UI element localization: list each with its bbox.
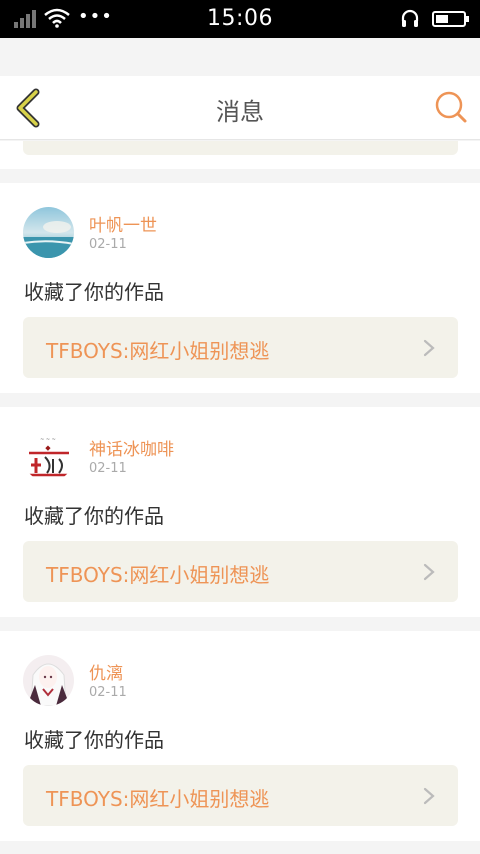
username[interactable]: 神话冰咖啡 [89,435,174,460]
message-card[interactable]: 叶帆一世 02-11 收藏了你的作品 TFBOYS:网红小姐别想逃 [0,183,480,393]
headset-icon [401,9,419,27]
chevron-right-icon [423,339,435,357]
message-action: 收藏了你的作品 [24,504,164,528]
battery-fill [436,15,448,23]
message-date: 02-11 [89,685,127,700]
work-title: TFBOYS:网红小姐别想逃 [46,563,270,587]
message-card[interactable]: ~ ~ ~ ◆ 神话冰咖啡 02-11 收藏了你的作品 TFBOYS:网红小姐别… [0,407,480,617]
chevron-right-icon [423,563,435,581]
avatar[interactable] [23,655,74,706]
nav-bar: 消息 [0,76,480,140]
separator [0,841,480,854]
message-action: 收藏了你的作品 [24,728,164,752]
status-right [400,9,469,29]
work-title: TFBOYS:网红小姐别想逃 [46,787,270,811]
message-list[interactable]: 叶帆一世 02-11 收藏了你的作品 TFBOYS:网红小姐别想逃 ~ ~ ~ … [0,141,480,854]
partial-message-card [0,141,480,169]
work-link[interactable]: TFBOYS:网红小姐别想逃 [23,317,458,378]
svg-text:~ ~ ~: ~ ~ ~ [40,437,56,443]
partial-work-box [23,141,458,155]
avatar[interactable]: ~ ~ ~ ◆ [23,431,74,482]
work-link[interactable]: TFBOYS:网红小姐别想逃 [23,541,458,602]
avatar[interactable] [23,207,74,258]
message-date: 02-11 [89,461,127,476]
separator [0,617,480,631]
message-date: 02-11 [89,237,127,252]
work-title: TFBOYS:网红小姐别想逃 [46,339,270,363]
search-icon [435,91,467,123]
separator [0,393,480,407]
message-action: 收藏了你的作品 [24,280,164,304]
page-title: 消息 [216,98,264,126]
separator [0,169,480,183]
battery-icon [432,11,469,27]
top-spacer [0,38,480,76]
chevron-right-icon [423,787,435,805]
work-link[interactable]: TFBOYS:网红小姐别想逃 [23,765,458,826]
username[interactable]: 叶帆一世 [89,211,157,236]
svg-text:◆: ◆ [45,444,51,452]
message-card[interactable]: 仇漓 02-11 收藏了你的作品 TFBOYS:网红小姐别想逃 [0,631,480,841]
status-bar: ••• 15:06 [0,0,480,38]
username[interactable]: 仇漓 [89,659,123,684]
search-button[interactable] [434,90,468,124]
